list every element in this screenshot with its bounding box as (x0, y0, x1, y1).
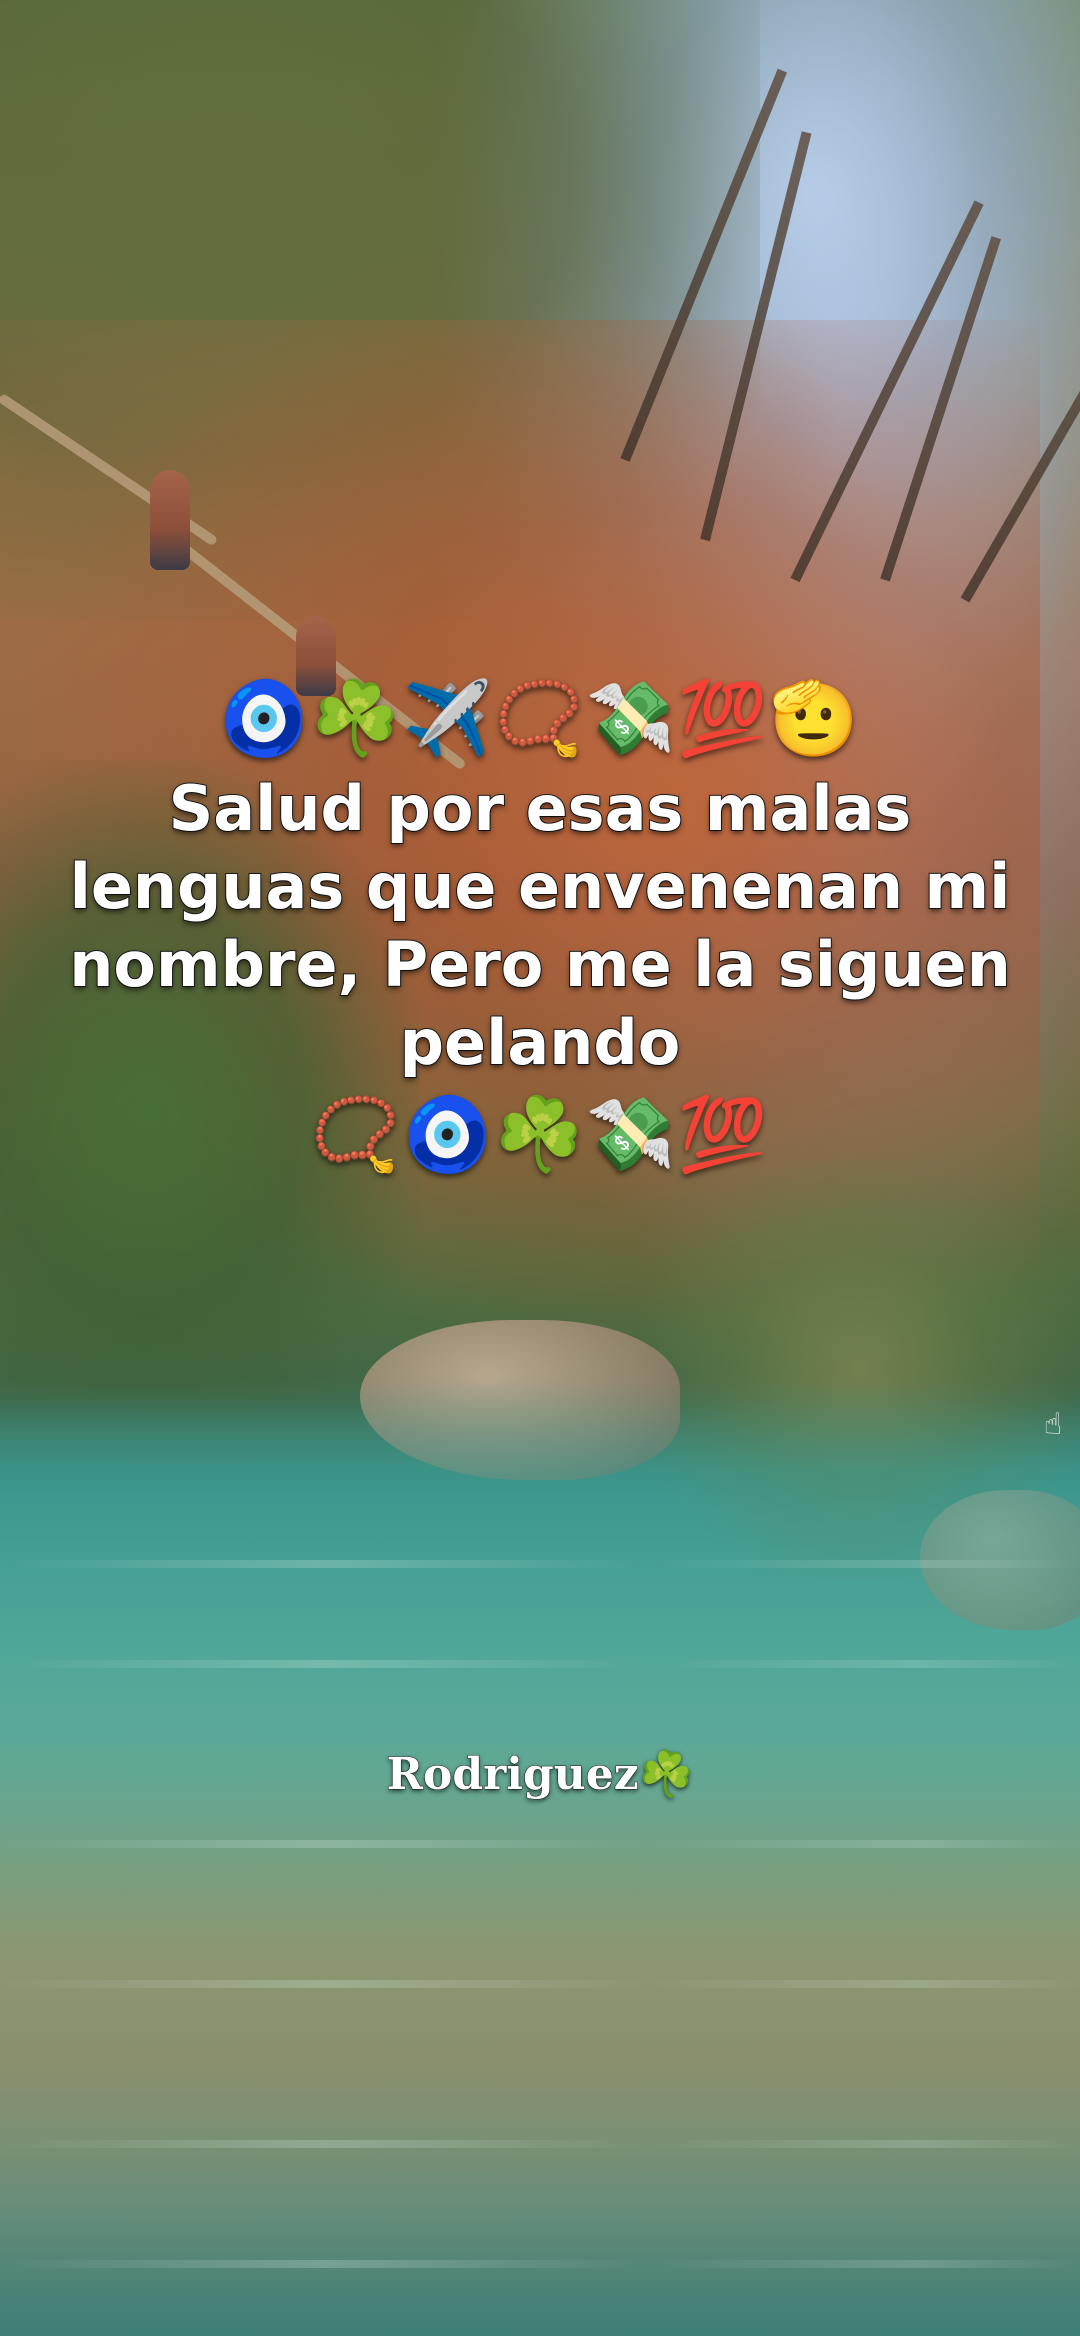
water-ripple (0, 2260, 1080, 2268)
water-ripple (0, 1840, 1080, 1848)
caption-emoji-bottom: 📿🧿☘️💸💯 (310, 1092, 770, 1176)
water-ripple (0, 1980, 1080, 1988)
caption-text: Salud por esas malas lenguas que envenen… (68, 771, 1012, 1080)
person-on-cliff (150, 470, 190, 570)
caption-emoji-top: 🧿☘️✈️📿💸💯🫡 (219, 676, 861, 760)
white-hand-icon: ☝ (1043, 1407, 1063, 1442)
water-ripple (0, 1660, 1080, 1668)
water-ripple (0, 1560, 1080, 1568)
water-ripple (0, 2140, 1080, 2148)
watermark-signature: Rodriguez☘️ (386, 1749, 694, 1801)
river-water (0, 1380, 1080, 2336)
overlay-caption: 🧿☘️✈️📿💸💯🫡 Salud por esas malas lenguas q… (60, 672, 1020, 1180)
